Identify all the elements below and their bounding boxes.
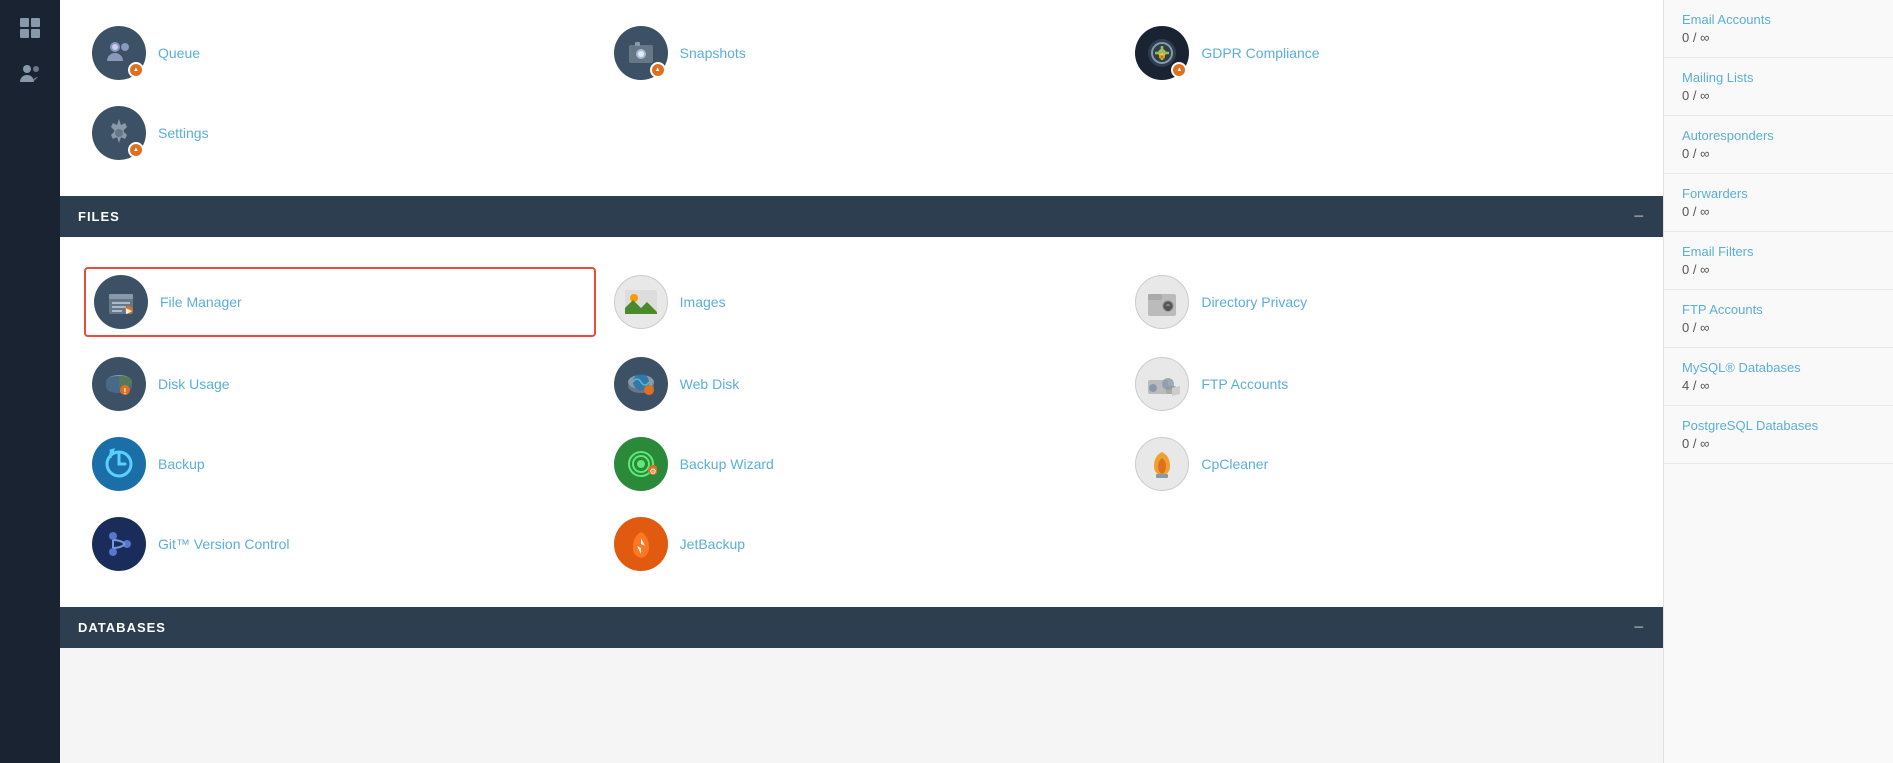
files-items-grid: ▶ File Manager Images bbox=[84, 257, 1639, 587]
ftp-accounts-icon bbox=[1135, 357, 1189, 411]
web-disk-label[interactable]: Web Disk bbox=[680, 376, 740, 392]
jetbackup-icon bbox=[614, 517, 668, 571]
right-sidebar-autoresponders[interactable]: Autoresponders 0 / ∞ bbox=[1664, 116, 1893, 174]
main-content: Queue Snapshots bbox=[60, 0, 1663, 763]
directory-privacy-icon bbox=[1135, 275, 1189, 329]
gdpr-label[interactable]: GDPR Compliance bbox=[1201, 45, 1319, 61]
settings-icon bbox=[92, 106, 146, 160]
ftp-accounts-rs-label: FTP Accounts bbox=[1682, 302, 1875, 317]
backup-label[interactable]: Backup bbox=[158, 456, 205, 472]
mailing-lists-value: 0 / ∞ bbox=[1682, 88, 1875, 103]
disk-usage-icon: ! bbox=[92, 357, 146, 411]
file-manager-label[interactable]: File Manager bbox=[160, 294, 242, 310]
grid-icon[interactable] bbox=[12, 10, 48, 46]
item-directory-privacy[interactable]: Directory Privacy bbox=[1127, 267, 1639, 337]
git-icon bbox=[92, 517, 146, 571]
files-collapse-button[interactable]: − bbox=[1633, 206, 1645, 227]
item-images[interactable]: Images bbox=[606, 267, 1118, 337]
files-section-header[interactable]: FILES − bbox=[60, 196, 1663, 237]
files-section-content: ▶ File Manager Images bbox=[60, 237, 1663, 607]
directory-privacy-label[interactable]: Directory Privacy bbox=[1201, 294, 1307, 310]
item-file-manager[interactable]: ▶ File Manager bbox=[84, 267, 596, 337]
right-sidebar-mysql[interactable]: MySQL® Databases 4 / ∞ bbox=[1664, 348, 1893, 406]
databases-collapse-button[interactable]: − bbox=[1633, 617, 1645, 638]
item-settings[interactable]: Settings bbox=[84, 100, 596, 166]
left-sidebar bbox=[0, 0, 60, 763]
web-disk-icon bbox=[614, 357, 668, 411]
autoresponders-label: Autoresponders bbox=[1682, 128, 1875, 143]
git-label[interactable]: Git™ Version Control bbox=[158, 536, 290, 552]
right-sidebar-email-accounts[interactable]: Email Accounts 0 / ∞ bbox=[1664, 0, 1893, 58]
images-label[interactable]: Images bbox=[680, 294, 726, 310]
right-sidebar-mailing-lists[interactable]: Mailing Lists 0 / ∞ bbox=[1664, 58, 1893, 116]
item-disk-usage[interactable]: ! Disk Usage bbox=[84, 351, 596, 417]
svg-text:🔒: 🔒 bbox=[1157, 50, 1167, 59]
cpcleaner-label[interactable]: CpCleaner bbox=[1201, 456, 1268, 472]
postgresql-label: PostgreSQL Databases bbox=[1682, 418, 1875, 433]
right-sidebar-ftp-accounts[interactable]: FTP Accounts 0 / ∞ bbox=[1664, 290, 1893, 348]
email-filters-label: Email Filters bbox=[1682, 244, 1875, 259]
email-filters-value: 0 / ∞ bbox=[1682, 262, 1875, 277]
svg-text:⚙: ⚙ bbox=[649, 467, 656, 476]
item-gdpr[interactable]: 🔒 GDPR Compliance bbox=[1127, 20, 1639, 86]
disk-usage-label[interactable]: Disk Usage bbox=[158, 376, 230, 392]
item-git[interactable]: Git™ Version Control bbox=[84, 511, 596, 577]
databases-section-header[interactable]: DATABASES − bbox=[60, 607, 1663, 648]
images-icon bbox=[614, 275, 668, 329]
queue-label[interactable]: Queue bbox=[158, 45, 200, 61]
top-items-section: Queue Snapshots bbox=[60, 0, 1663, 196]
item-jetbackup[interactable]: JetBackup bbox=[606, 511, 1118, 577]
forwarders-label: Forwarders bbox=[1682, 186, 1875, 201]
postgresql-value: 0 / ∞ bbox=[1682, 436, 1875, 451]
right-sidebar-email-filters[interactable]: Email Filters 0 / ∞ bbox=[1664, 232, 1893, 290]
item-backup-wizard[interactable]: ⚙ Backup Wizard bbox=[606, 431, 1118, 497]
gdpr-icon: 🔒 bbox=[1135, 26, 1189, 80]
jetbackup-label[interactable]: JetBackup bbox=[680, 536, 745, 552]
snapshots-icon bbox=[614, 26, 668, 80]
mysql-value: 4 / ∞ bbox=[1682, 378, 1875, 393]
svg-text:!: ! bbox=[124, 387, 127, 396]
top-items-grid: Queue Snapshots bbox=[84, 10, 1639, 176]
right-sidebar-forwarders[interactable]: Forwarders 0 / ∞ bbox=[1664, 174, 1893, 232]
autoresponders-value: 0 / ∞ bbox=[1682, 146, 1875, 161]
item-snapshots[interactable]: Snapshots bbox=[606, 20, 1118, 86]
backup-wizard-icon: ⚙ bbox=[614, 437, 668, 491]
files-section-title: FILES bbox=[78, 209, 120, 224]
email-accounts-label: Email Accounts bbox=[1682, 12, 1875, 27]
settings-label[interactable]: Settings bbox=[158, 125, 209, 141]
backup-icon bbox=[92, 437, 146, 491]
item-cpcleaner[interactable]: CpCleaner bbox=[1127, 431, 1639, 497]
item-ftp-accounts[interactable]: FTP Accounts bbox=[1127, 351, 1639, 417]
cpcleaner-icon bbox=[1135, 437, 1189, 491]
mailing-lists-label: Mailing Lists bbox=[1682, 70, 1875, 85]
databases-section: DATABASES − bbox=[60, 607, 1663, 648]
users-icon[interactable] bbox=[12, 56, 48, 92]
forwarders-value: 0 / ∞ bbox=[1682, 204, 1875, 219]
email-accounts-value: 0 / ∞ bbox=[1682, 30, 1875, 45]
item-backup[interactable]: Backup bbox=[84, 431, 596, 497]
item-web-disk[interactable]: Web Disk bbox=[606, 351, 1118, 417]
mysql-label: MySQL® Databases bbox=[1682, 360, 1875, 375]
right-sidebar: Email Accounts 0 / ∞ Mailing Lists 0 / ∞… bbox=[1663, 0, 1893, 763]
databases-section-title: DATABASES bbox=[78, 620, 166, 635]
item-queue[interactable]: Queue bbox=[84, 20, 596, 86]
files-section: FILES − ▶ bbox=[60, 196, 1663, 607]
queue-icon bbox=[92, 26, 146, 80]
ftp-accounts-rs-value: 0 / ∞ bbox=[1682, 320, 1875, 335]
snapshots-label[interactable]: Snapshots bbox=[680, 45, 746, 61]
file-manager-icon: ▶ bbox=[94, 275, 148, 329]
backup-wizard-label[interactable]: Backup Wizard bbox=[680, 456, 774, 472]
svg-text:▶: ▶ bbox=[125, 308, 132, 315]
ftp-accounts-label[interactable]: FTP Accounts bbox=[1201, 376, 1288, 392]
right-sidebar-postgresql[interactable]: PostgreSQL Databases 0 / ∞ bbox=[1664, 406, 1893, 464]
